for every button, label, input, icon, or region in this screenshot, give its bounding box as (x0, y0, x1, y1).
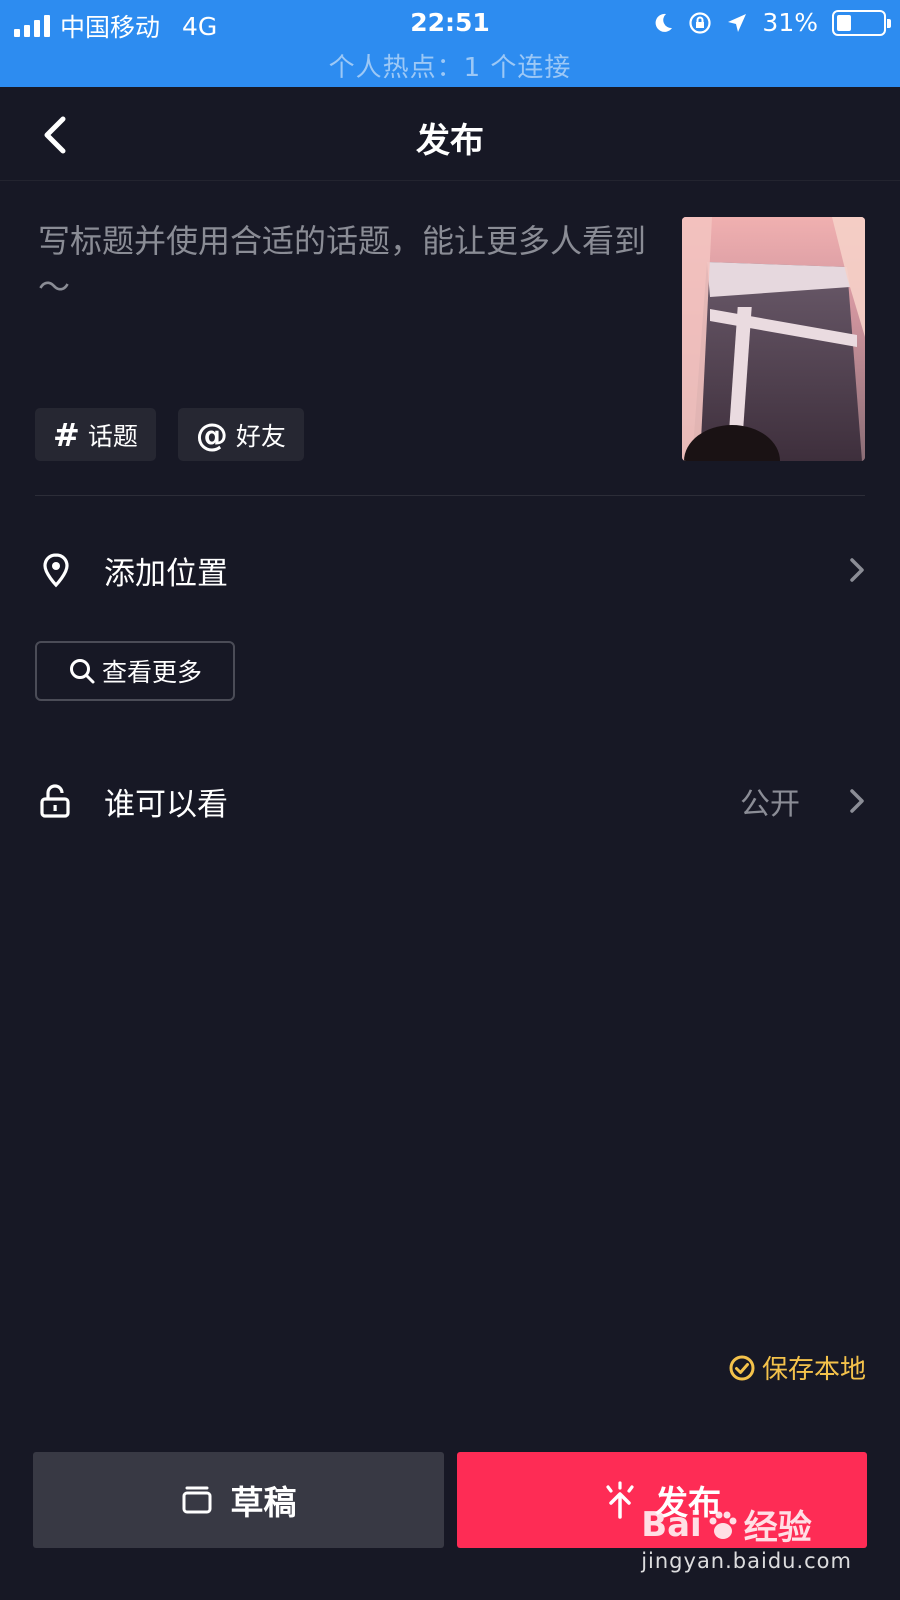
thumbnail-image (682, 217, 865, 461)
draft-button[interactable]: 草稿 (33, 1452, 444, 1548)
moon-icon (656, 13, 673, 32)
hashtag-icon: # (53, 415, 80, 454)
watermark-brand: Bai 经验 (641, 1500, 852, 1549)
location-pin-icon (43, 553, 69, 588)
visibility-label: 谁可以看 (104, 786, 228, 823)
video-thumbnail[interactable] (682, 217, 865, 461)
hotspot-banner[interactable]: 个人热点：1 个连接 (0, 47, 900, 84)
battery-icon (832, 9, 891, 36)
page-title: 发布 (416, 121, 484, 161)
status-bar: 中国移动 4G 22:51 31% 个人热点：1 个连接 (0, 0, 900, 87)
unlock-icon (40, 784, 70, 818)
see-more-button[interactable]: 查看更多 (35, 641, 235, 701)
location-row[interactable]: 添加位置 (0, 535, 900, 605)
at-icon: @ (195, 415, 228, 454)
topic-chip-label: 话题 (87, 421, 138, 451)
publish-arrow-icon (606, 1481, 634, 1519)
location-label: 添加位置 (104, 555, 228, 592)
caption-chips: # 话题 @ 好友 (35, 408, 304, 461)
search-icon (69, 659, 95, 684)
visibility-row[interactable]: 谁可以看 公开 (0, 766, 900, 836)
location-arrow-icon (728, 13, 747, 32)
paw-icon (709, 1511, 737, 1539)
mention-chip-label: 好友 (235, 421, 286, 451)
chevron-right-icon (850, 789, 864, 813)
caption-input[interactable]: 写标题并使用合适的话题，能让更多人看到～ (38, 218, 648, 310)
topic-chip[interactable]: # 话题 (35, 408, 156, 461)
watermark-brand-text: Bai (641, 1504, 702, 1545)
save-local-label: 保存本地 (761, 1355, 866, 1385)
mention-chip[interactable]: @ 好友 (177, 408, 304, 461)
nav-bar: 发布 (0, 87, 900, 181)
visibility-value: 公开 (740, 787, 800, 822)
draft-box-icon (182, 1486, 211, 1514)
rotation-lock-icon (689, 11, 712, 34)
status-right: 31% (652, 8, 891, 37)
divider (35, 495, 865, 496)
save-local-toggle[interactable]: 保存本地 (728, 1349, 866, 1386)
draft-label: 草稿 (230, 1483, 297, 1522)
watermark-brand-suffix: 经验 (743, 1508, 812, 1548)
battery-percent: 31% (762, 8, 818, 37)
chevron-right-icon (850, 558, 864, 582)
baidu-watermark: Bai 经验 jingyan.baidu.com (641, 1500, 852, 1574)
see-more-label: 查看更多 (101, 658, 202, 687)
check-circle-icon (729, 1355, 755, 1380)
watermark-url: jingyan.baidu.com (641, 1549, 852, 1573)
battery-fill (837, 14, 851, 31)
